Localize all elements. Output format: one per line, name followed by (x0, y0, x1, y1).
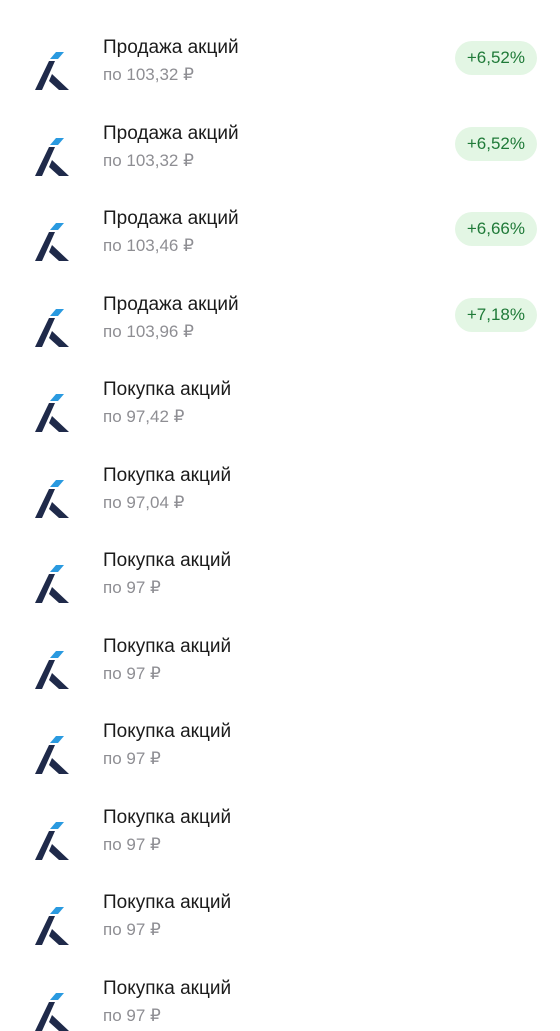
operation-price: по 97 ₽ (103, 664, 161, 683)
operation-price: по 97 ₽ (103, 578, 161, 597)
company-logo-icon (35, 651, 69, 689)
operation-price: по 103,32 ₽ (103, 151, 194, 170)
operation-item[interactable]: Покупка акций по 97 ₽ (0, 885, 560, 971)
operation-title: Покупка акций (103, 978, 232, 999)
company-logo-icon (35, 565, 69, 603)
operation-item[interactable]: Продажа акций по 103,96 ₽ +7,18% (0, 287, 560, 373)
company-logo-icon (35, 394, 69, 432)
operation-title: Покупка акций (103, 721, 232, 742)
company-logo-icon (35, 907, 69, 945)
operation-price: по 103,32 ₽ (103, 65, 194, 84)
operation-title: Продажа акций (103, 208, 239, 229)
operation-item[interactable]: Продажа акций по 103,32 ₽ +6,52% (0, 116, 560, 202)
yield-badge: +6,52% (454, 127, 537, 161)
operation-price: по 97 ₽ (103, 749, 161, 768)
operation-item[interactable]: Покупка акций по 97 ₽ (0, 971, 560, 1031)
operation-item[interactable]: Покупка акций по 97,04 ₽ (0, 458, 560, 544)
company-logo-icon (35, 223, 69, 261)
yield-badge: +6,52% (454, 41, 537, 75)
operation-item[interactable]: Продажа акций по 103,46 ₽ +6,66% (0, 201, 560, 287)
operation-price: по 103,46 ₽ (103, 236, 194, 255)
company-logo-icon (35, 480, 69, 518)
operation-price: по 97,04 ₽ (103, 493, 185, 512)
company-logo-icon (35, 993, 69, 1031)
operation-title: Покупка акций (103, 807, 232, 828)
operation-title: Продажа акций (103, 123, 239, 144)
operation-price: по 97 ₽ (103, 835, 161, 854)
operation-item[interactable]: Продажа акций по 103,32 ₽ +6,52% (0, 30, 560, 116)
company-logo-icon (35, 736, 69, 774)
operation-title: Покупка акций (103, 636, 232, 657)
operation-price: по 97 ₽ (103, 920, 161, 939)
company-logo-icon (35, 138, 69, 176)
company-logo-icon (35, 822, 69, 860)
yield-badge: +7,18% (454, 298, 537, 332)
operation-price: по 97,42 ₽ (103, 407, 185, 426)
yield-badge: +6,66% (454, 212, 537, 246)
operation-title: Покупка акций (103, 465, 232, 486)
operation-item[interactable]: Покупка акций по 97 ₽ (0, 800, 560, 886)
operations-list: Продажа акций по 103,32 ₽ +6,52% Продажа… (0, 0, 560, 1031)
operation-item[interactable]: Покупка акций по 97 ₽ (0, 714, 560, 800)
operation-title: Покупка акций (103, 550, 232, 571)
operation-title: Продажа акций (103, 37, 239, 58)
operation-title: Продажа акций (103, 294, 239, 315)
operation-title: Покупка акций (103, 379, 232, 400)
company-logo-icon (35, 52, 69, 90)
operation-item[interactable]: Покупка акций по 97,42 ₽ (0, 372, 560, 458)
company-logo-icon (35, 309, 69, 347)
operation-item[interactable]: Покупка акций по 97 ₽ (0, 543, 560, 629)
operation-price: по 103,96 ₽ (103, 322, 194, 341)
operation-title: Покупка акций (103, 892, 232, 913)
operation-item[interactable]: Покупка акций по 97 ₽ (0, 629, 560, 715)
